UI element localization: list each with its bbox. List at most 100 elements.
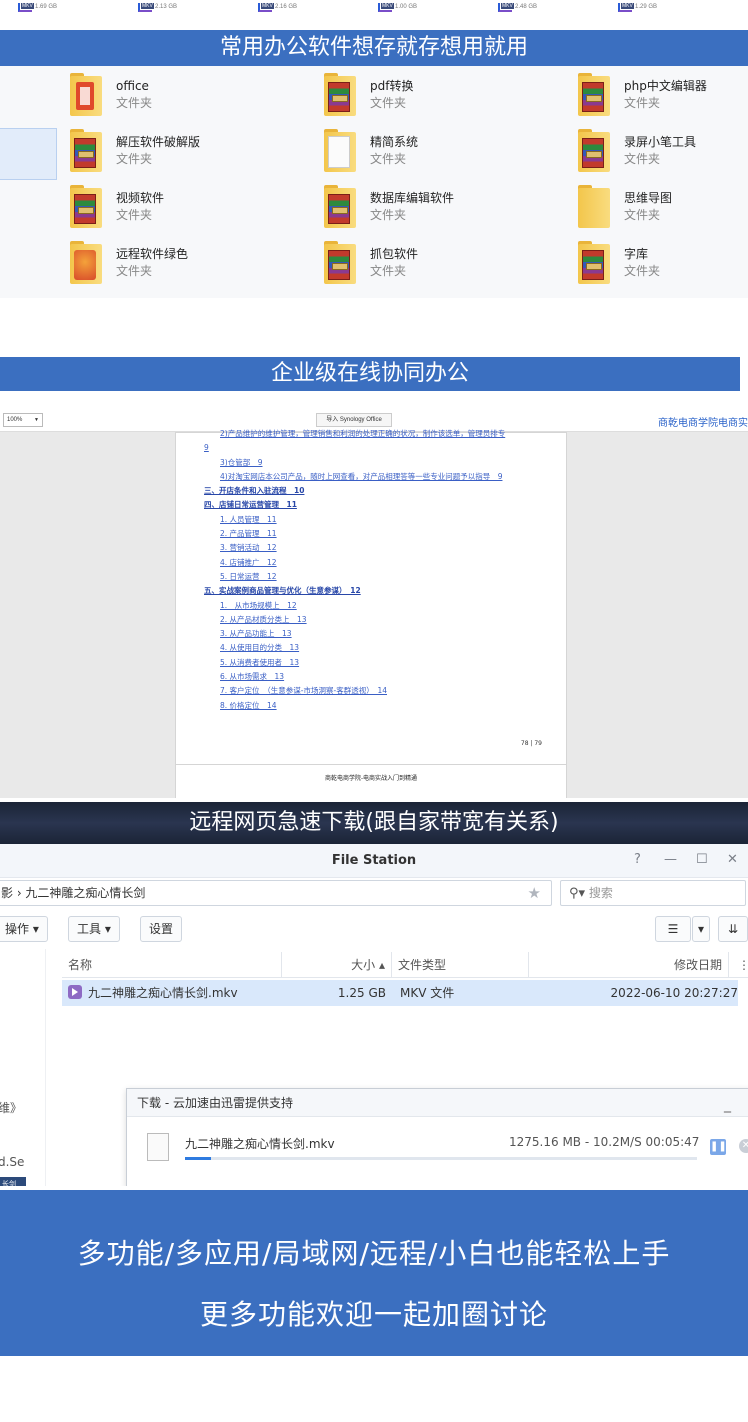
folder-item-video[interactable]: 视频软件 文件夹 — [68, 184, 164, 230]
minimize-icon[interactable]: — — [664, 852, 677, 868]
footer-banner: 多功能/多应用/局域网/远程/小白也能轻松上手 更多功能欢迎一起加圈讨论 — [0, 1190, 748, 1356]
mkv-file-icon: MKV — [378, 2, 394, 12]
import-synology-office-button[interactable]: 导入 Synology Office — [316, 413, 392, 427]
download-progress-fill — [185, 1157, 211, 1160]
page-header: 商乾电商学院-电商实战入门到精通 — [325, 776, 417, 782]
column-type[interactable]: 文件类型 — [392, 952, 529, 978]
sidebar-item[interactable]: 维》 — [0, 1099, 22, 1116]
sidebar-item-selected[interactable]: 长剑 — [0, 1177, 26, 1186]
zoom-select[interactable]: 100% ▼ — [3, 413, 43, 427]
folder-name: 远程软件绿色 — [116, 247, 189, 261]
video-item[interactable]: MKV 2.16 GB — [258, 0, 297, 14]
remote-folder-icon — [68, 240, 102, 286]
file-size: 1.00 GB — [395, 4, 418, 10]
sort-icon[interactable]: ⇊ — [718, 916, 748, 942]
pause-icon[interactable]: ❚❚ — [710, 1139, 727, 1155]
folder-name: 字库 — [624, 247, 649, 261]
folder-item-pdf[interactable]: pdf转换 文件夹 — [322, 72, 413, 118]
help-icon[interactable]: ? — [634, 852, 641, 868]
column-name[interactable]: 名称 — [62, 952, 282, 978]
section-banner-collaboration: 企业级在线协同办公 — [0, 357, 740, 391]
toc-entry[interactable]: 四、店铺日常运营管理 11 — [204, 498, 564, 512]
toc-entry[interactable]: 三、开店条件和入驻流程 10 — [204, 484, 564, 498]
toc-entry[interactable]: 5. 日常运营 12 — [204, 570, 564, 584]
download-stats: 1275.16 MB - 10.2M/S 00:05:47 — [509, 1135, 700, 1149]
winrar-folder-icon — [322, 72, 356, 118]
winrar-folder-icon — [322, 184, 356, 230]
toc-entry[interactable]: 3. 从产品功能上 13 — [204, 627, 564, 641]
video-item[interactable]: MKV 1.29 GB — [618, 0, 657, 14]
settings-button[interactable]: 设置 — [140, 916, 183, 942]
close-icon[interactable]: ✕ — [739, 1139, 748, 1153]
folder-type: 文件夹 — [116, 152, 153, 166]
folder-item-mindmap[interactable]: 思维导图 文件夹 — [576, 184, 672, 230]
toc-entry[interactable]: 3)仓管部 9 — [204, 456, 564, 470]
toc-entry[interactable]: 7. 客户定位 （生意参谋-市场洞察-客群透视） 14 — [204, 684, 564, 698]
video-thumbnail-strip: MKV 1.69 GB MKV 2.13 GB MKV 2.16 GB MKV … — [0, 0, 748, 14]
folder-item-lite-os[interactable]: 精简系统 文件夹 — [322, 128, 418, 174]
folder-item-database[interactable]: 数据库编辑软件 文件夹 — [322, 184, 454, 230]
list-view-icon[interactable]: ☰ — [655, 916, 691, 942]
file-icon — [147, 1133, 169, 1161]
toc-entry[interactable]: 1. 人员管理 11 — [204, 513, 564, 527]
folder-type: 文件夹 — [116, 96, 153, 110]
video-item[interactable]: MKV 1.00 GB — [378, 0, 417, 14]
document-folder-icon — [322, 128, 356, 174]
toc-entry[interactable]: 4. 店铺推广 12 — [204, 556, 564, 570]
video-file-icon — [68, 985, 82, 999]
toc-entry[interactable]: 2)产品维护的维护管理，管理销售和利润的处理正确的状况，制作该选单，管理员排专 — [204, 427, 564, 441]
toc-entry[interactable]: 5. 从消费者使用者 13 — [204, 656, 564, 670]
file-size: 2.13 GB — [155, 4, 178, 10]
star-icon[interactable]: ★ — [528, 881, 541, 905]
folder-type: 文件夹 — [370, 208, 407, 222]
minimize-icon[interactable]: _ — [724, 1091, 731, 1119]
download-panel-header: 下载 - 云加速由迅雷提供支持 _ — [127, 1089, 748, 1117]
toc-entry[interactable]: 9 — [204, 441, 564, 455]
close-icon[interactable]: ✕ — [727, 852, 738, 868]
folder-item-packet-capture[interactable]: 抓包软件 文件夹 — [322, 240, 418, 286]
folder-name: 视频软件 — [116, 191, 165, 205]
toc-entry[interactable]: 8. 价格定位 14 — [204, 699, 564, 713]
sidebar-item[interactable]: d.Se — [0, 1155, 24, 1169]
toc-entry[interactable]: 3. 营销活动 12 — [204, 541, 564, 555]
toc-entry[interactable]: 1. 从市场规模上 12 — [204, 599, 564, 613]
path-breadcrumb[interactable]: 影 › 九二神雕之痴心情长剑 ★ — [0, 880, 552, 906]
toc-entry[interactable]: 2. 产品管理 11 — [204, 527, 564, 541]
winrar-folder-icon — [68, 128, 102, 174]
tools-menu-button[interactable]: 工具 ▾ — [68, 916, 120, 942]
table-row[interactable]: 九二神雕之痴心情长剑.mkv 1.25 GB MKV 文件 2022-06-10… — [62, 980, 738, 1006]
folder-item-office[interactable]: office 文件夹 — [68, 72, 152, 118]
toc-entry[interactable]: 4. 从使用目的分类 13 — [204, 641, 564, 655]
folder-type: 文件夹 — [370, 152, 407, 166]
video-item[interactable]: MKV 2.13 GB — [138, 0, 177, 14]
folder-item-remote[interactable]: 远程软件绿色 文件夹 — [68, 240, 188, 286]
video-item[interactable]: MKV 2.48 GB — [498, 0, 537, 14]
video-item[interactable]: MKV 1.69 GB — [18, 0, 57, 14]
search-input[interactable]: ⚲▾ 搜索 — [560, 880, 746, 906]
folder-type: 文件夹 — [624, 152, 661, 166]
folder-item-unzip[interactable]: 解压软件破解版 文件夹 — [68, 128, 200, 174]
mkv-file-icon: MKV — [138, 2, 154, 12]
folder-item-php-editor[interactable]: php中文编辑器 文件夹 — [576, 72, 707, 118]
action-menu-button[interactable]: 操作 ▾ — [0, 916, 48, 942]
file-type-cell: MKV 文件 — [400, 986, 455, 1000]
folder-type: 文件夹 — [116, 264, 153, 278]
section-banner-office-software: 常用办公软件想存就存想用就用 — [0, 30, 748, 66]
toc-entry[interactable]: 五、实战案例商品管理与优化（生意参谋） 12 — [204, 584, 564, 598]
toc-entry[interactable]: 4)对淘宝网店本公司产品，随时上网查看，对产品相理答等一些专业问题予以指导 9 — [204, 470, 564, 484]
download-progress-bar — [185, 1157, 697, 1160]
column-modified[interactable]: 修改日期 — [529, 952, 729, 978]
column-size[interactable]: 大小 ▴ — [282, 952, 392, 978]
winrar-folder-icon — [576, 128, 610, 174]
winrar-folder-icon — [576, 72, 610, 118]
folder-item-fonts[interactable]: 字库 文件夹 — [576, 240, 660, 286]
toc-entry[interactable]: 6. 从市场需求 13 — [204, 670, 564, 684]
footer-line-features: 多功能/多应用/局域网/远程/小白也能轻松上手 — [77, 1237, 671, 1270]
footer-line-community: 更多功能欢迎一起加圈讨论 — [199, 1298, 548, 1331]
maximize-icon[interactable]: ☐ — [696, 852, 708, 868]
more-columns-icon[interactable]: ⋮ — [732, 952, 748, 978]
file-size: 1.29 GB — [635, 4, 658, 10]
folder-item-screen-recorder[interactable]: 录屏小笔工具 文件夹 — [576, 128, 696, 174]
toc-entry[interactable]: 2. 从产品材质分类上 13 — [204, 613, 564, 627]
chevron-down-icon[interactable]: ▾ — [692, 916, 710, 942]
